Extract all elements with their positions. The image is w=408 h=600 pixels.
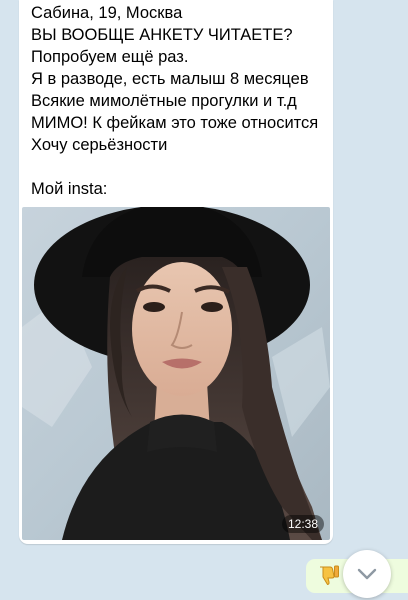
message-line: Сабина, 19, Москва (31, 4, 183, 22)
message-line: ВЫ ВООБЩЕ АНКЕТУ ЧИТАЕТЕ? (31, 26, 293, 44)
chevron-down-icon (357, 568, 377, 580)
thumbs-down-icon (320, 565, 339, 586)
message-line: МИМО! К фейкам это тоже относится (31, 114, 319, 132)
message-line: Мой insta: (31, 180, 108, 198)
attached-photo[interactable]: 12:38 (22, 207, 330, 540)
portrait-photo (22, 207, 330, 540)
message-line: Всякие мимолётные прогулки и т.д (31, 92, 297, 110)
scroll-to-bottom-button[interactable] (343, 550, 391, 598)
message-timestamp: 12:38 (281, 515, 324, 533)
message-line-blank (31, 156, 329, 178)
message-text: Сабина, 19, Москва ВЫ ВООБЩЕ АНКЕТУ ЧИТА… (31, 2, 329, 200)
message-line: Попробуем ещё раз. (31, 48, 189, 66)
message-line: Я в разводе, есть малыш 8 месяцев (31, 70, 309, 88)
incoming-message-bubble[interactable]: Сабина, 19, Москва ВЫ ВООБЩЕ АНКЕТУ ЧИТА… (19, 0, 333, 544)
chat-view: Сабина, 19, Москва ВЫ ВООБЩЕ АНКЕТУ ЧИТА… (0, 0, 408, 600)
message-line: Хочу серьёзности (31, 136, 168, 154)
